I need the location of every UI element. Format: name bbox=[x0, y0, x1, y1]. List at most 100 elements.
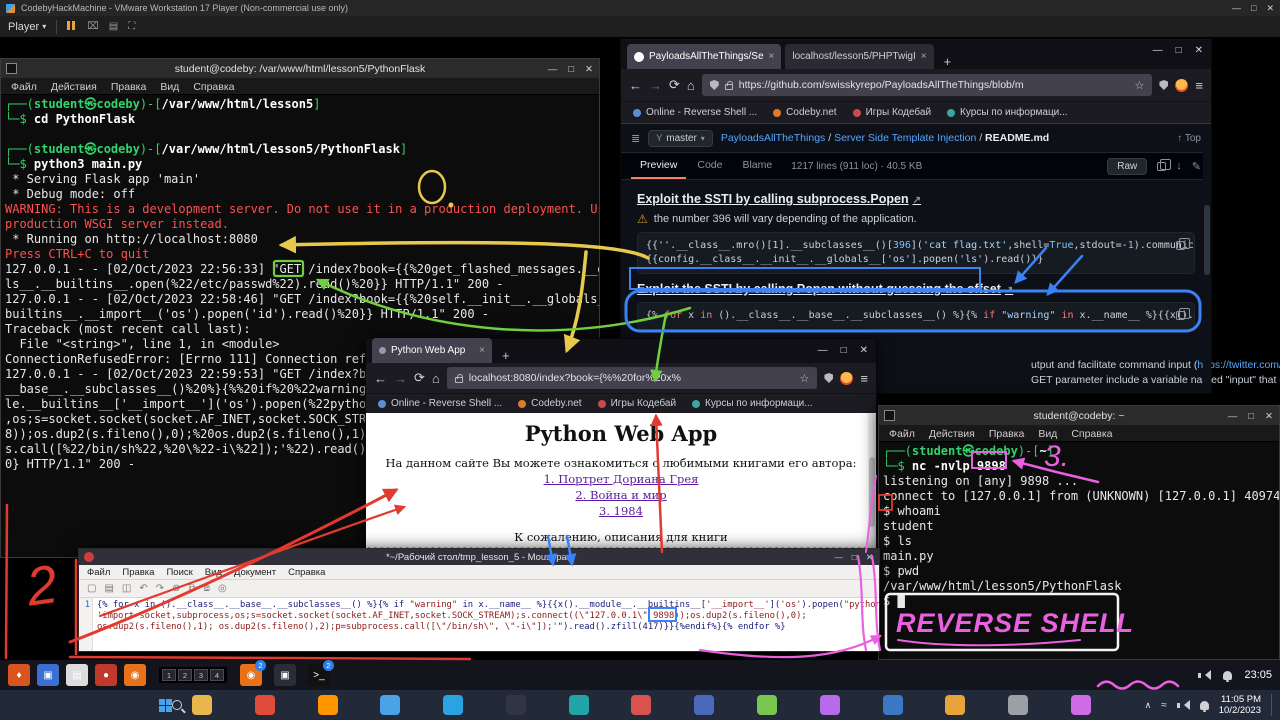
raw-button[interactable]: Raw bbox=[1107, 158, 1147, 175]
workspace-button[interactable]: 1 bbox=[162, 669, 176, 681]
app-amber-icon[interactable] bbox=[945, 695, 965, 715]
workspace-button[interactable]: 4 bbox=[210, 669, 224, 681]
section-heading[interactable]: Exploit the SSTI by calling subprocess.P… bbox=[637, 192, 1195, 206]
terminal-window-icon[interactable]: >_2 bbox=[308, 664, 330, 686]
maximize-button[interactable]: □ bbox=[1176, 45, 1182, 56]
cut-icon[interactable]: ⊗ bbox=[172, 583, 180, 594]
player-menu[interactable]: Player▾ bbox=[8, 21, 46, 33]
copy-icon[interactable] bbox=[1176, 241, 1185, 250]
clock[interactable]: 11:05 PM 10/2/2023 bbox=[1219, 694, 1261, 716]
workspace-pager[interactable]: 1234 bbox=[159, 667, 227, 683]
maximize-button[interactable]: □ bbox=[1248, 411, 1254, 422]
maximize-button[interactable]: □ bbox=[568, 64, 574, 75]
vm-maximize-button[interactable]: □ bbox=[1251, 3, 1256, 14]
branch-selector[interactable]: Y master ▾ bbox=[648, 130, 713, 147]
menu-item[interactable]: Файл bbox=[11, 81, 37, 93]
minimize-button[interactable]: — bbox=[834, 552, 843, 563]
menu-item[interactable]: Действия bbox=[929, 428, 975, 440]
tracking-shield-icon[interactable] bbox=[1159, 80, 1168, 90]
menu-item[interactable]: Справка bbox=[193, 81, 234, 93]
menu-item[interactable]: Файл bbox=[889, 428, 915, 440]
refresh-icon[interactable]: ⟳ bbox=[414, 370, 425, 386]
app-dark-window-icon[interactable]: ▣ bbox=[274, 664, 296, 686]
close-button[interactable]: ✕ bbox=[1195, 45, 1203, 56]
ctrl-alt-del-icon[interactable]: ⌧ bbox=[87, 21, 99, 32]
pause-icon[interactable] bbox=[67, 21, 77, 33]
app-purple-icon[interactable] bbox=[820, 695, 840, 715]
url-bar[interactable]: localhost:8080/index?book={%%20for%20x% … bbox=[447, 367, 818, 389]
refresh-icon[interactable]: ⟳ bbox=[669, 77, 680, 93]
forward-icon[interactable]: → bbox=[649, 78, 662, 93]
maximize-button[interactable]: □ bbox=[852, 552, 857, 563]
browser-chrome-icon[interactable] bbox=[255, 695, 275, 715]
workspace-button[interactable]: 2 bbox=[178, 669, 192, 681]
new-tab-button[interactable]: + bbox=[938, 54, 958, 69]
bookmark-item[interactable]: Курсы по информаци... bbox=[692, 398, 813, 409]
menu-item[interactable]: Справка bbox=[288, 567, 325, 578]
app-dark-icon[interactable] bbox=[506, 695, 526, 715]
scrollbar-thumb[interactable] bbox=[869, 457, 875, 527]
scrollbar[interactable] bbox=[868, 413, 876, 559]
menu-item[interactable]: Вид bbox=[1038, 428, 1057, 440]
close-button[interactable]: ✕ bbox=[1265, 411, 1273, 422]
tab-localhost-phptwig[interactable]: localhost/lesson5/PHPTwigI × bbox=[785, 44, 933, 69]
app-red-icon[interactable] bbox=[631, 695, 651, 715]
back-to-top-link[interactable]: ↑ Top bbox=[1177, 133, 1201, 144]
kali-menu-icon[interactable]: ♦ bbox=[8, 664, 30, 686]
editor-titlebar[interactable]: *~/Рабочий стол/tmp_lesson_5 - Mousepad … bbox=[79, 549, 879, 565]
new-tab-button[interactable]: + bbox=[496, 348, 516, 363]
terminal-titlebar[interactable]: student@codeby: /var/www/html/lesson5/Py… bbox=[1, 59, 599, 79]
firefox-account-icon[interactable] bbox=[840, 372, 853, 385]
app-indigo-icon[interactable] bbox=[694, 695, 714, 715]
menu-item[interactable]: Справка bbox=[1071, 428, 1112, 440]
download-icon[interactable]: ↓ bbox=[1176, 160, 1182, 172]
copy-icon[interactable] bbox=[1157, 162, 1166, 171]
scrollbar[interactable] bbox=[1203, 124, 1211, 393]
firefox-window-icon[interactable]: ◉2 bbox=[240, 664, 262, 686]
app-red-icon[interactable]: ● bbox=[95, 664, 117, 686]
home-icon[interactable]: ⌂ bbox=[432, 371, 440, 386]
tab-python-web-app[interactable]: Python Web App × bbox=[372, 338, 492, 363]
editor-text[interactable]: {% for x in ().__class__.__base__.__subc… bbox=[93, 598, 879, 651]
edit-icon[interactable]: ✎ bbox=[1192, 160, 1201, 173]
tab-close-icon[interactable]: × bbox=[479, 345, 485, 356]
app-blue-icon[interactable]: ▣ bbox=[37, 664, 59, 686]
redo-icon[interactable]: ↷ bbox=[156, 583, 164, 594]
vmware-titlebar[interactable]: CodebyHackMachine - VMware Workstation 1… bbox=[0, 0, 1280, 16]
minimize-button[interactable]: — bbox=[548, 64, 558, 75]
close-button[interactable]: ✕ bbox=[585, 64, 593, 75]
close-button[interactable]: ✕ bbox=[866, 552, 873, 563]
fullscreen-icon[interactable]: ⛶ bbox=[128, 21, 135, 32]
bookmark-item[interactable]: Игры Кодебай bbox=[598, 398, 676, 409]
menu-icon[interactable]: ≡ bbox=[860, 371, 868, 386]
view-tab[interactable]: Code bbox=[688, 153, 731, 179]
workspace-button[interactable]: 3 bbox=[194, 669, 208, 681]
tab-close-icon[interactable]: × bbox=[921, 51, 927, 62]
vm-clock[interactable]: 23:05 bbox=[1244, 669, 1272, 681]
network-icon[interactable]: ≈ bbox=[1161, 700, 1167, 711]
menu-item[interactable]: Правка bbox=[111, 81, 146, 93]
book-link[interactable]: 2. Война и мир bbox=[366, 488, 876, 502]
firefox-launcher-icon[interactable]: ◉ bbox=[124, 664, 146, 686]
close-button[interactable]: ✕ bbox=[860, 345, 868, 356]
vm-close-button[interactable]: ✕ bbox=[1266, 3, 1274, 14]
volume-icon[interactable] bbox=[1198, 670, 1211, 681]
terminal-output[interactable]: ┌──(student㉿codeby)-[~]└─$ nc -nvlp 9898… bbox=[879, 442, 1279, 659]
browser-firefox-icon[interactable] bbox=[318, 695, 338, 715]
notifications-icon[interactable] bbox=[1223, 671, 1232, 680]
menu-item[interactable]: Файл bbox=[87, 567, 110, 578]
file-explorer-icon[interactable] bbox=[192, 695, 212, 715]
notifications-icon[interactable] bbox=[1200, 701, 1209, 710]
app-magenta-icon[interactable] bbox=[1071, 695, 1091, 715]
view-tab[interactable]: Blame bbox=[733, 153, 781, 179]
volume-icon[interactable] bbox=[1177, 700, 1190, 711]
undo-icon[interactable]: ↶ bbox=[139, 583, 147, 594]
back-icon[interactable]: ← bbox=[374, 371, 387, 386]
back-icon[interactable]: ← bbox=[629, 78, 642, 93]
menu-item[interactable]: Документ bbox=[234, 567, 276, 578]
bookmark-item[interactable]: Курсы по информаци... bbox=[947, 107, 1068, 118]
search-icon[interactable] bbox=[172, 700, 182, 710]
copy-icon[interactable] bbox=[1176, 311, 1185, 320]
minimize-button[interactable]: — bbox=[1228, 411, 1238, 422]
tray-chevron-icon[interactable]: ∧ bbox=[1145, 700, 1152, 711]
